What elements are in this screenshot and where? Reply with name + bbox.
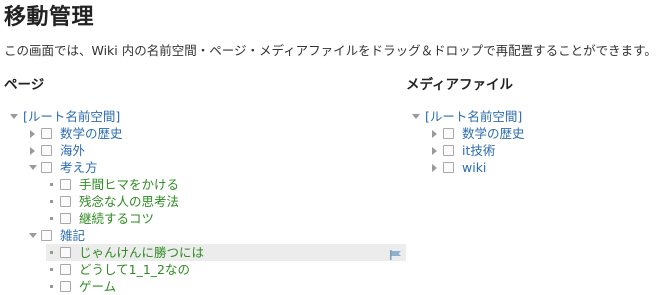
bullet-icon	[46, 278, 57, 295]
select-checkbox[interactable]	[41, 230, 52, 241]
select-checkbox[interactable]	[60, 264, 71, 275]
triangle-right-icon[interactable]	[429, 125, 440, 142]
bullet-icon	[46, 193, 57, 210]
bullet-icon	[46, 176, 57, 193]
media-root-item[interactable]: [ルート名前空間]	[410, 108, 522, 125]
bullet-icon	[46, 210, 57, 227]
page-label[interactable]: ゲーム	[79, 278, 116, 295]
tree-item-page[interactable]: 残念な人の思考法	[46, 193, 179, 210]
bullet-icon	[46, 244, 57, 261]
media-root-label[interactable]: [ルート名前空間]	[425, 108, 522, 125]
media-item-math-history[interactable]: 数学の歴史	[429, 125, 525, 142]
triangle-down-icon[interactable]	[27, 159, 38, 176]
page-label[interactable]: じゃんけんに勝つには	[79, 244, 204, 261]
pages-root-item[interactable]: [ルート名前空間]	[8, 108, 120, 125]
select-checkbox[interactable]	[443, 145, 454, 156]
tree-item-page[interactable]: 継続するコツ	[46, 210, 154, 227]
triangle-down-icon[interactable]	[410, 108, 421, 125]
tree-item-overseas[interactable]: 海外	[27, 142, 85, 159]
namespace-label[interactable]: wiki	[462, 159, 486, 176]
select-checkbox[interactable]	[60, 213, 71, 224]
namespace-label[interactable]: 数学の歴史	[462, 125, 525, 142]
pages-heading: ページ	[4, 77, 45, 93]
page-title: 移動管理	[4, 5, 95, 30]
page-label[interactable]: 手間ヒマをかける	[79, 176, 179, 193]
tree-item-page[interactable]: どうして1_1_2なの	[46, 261, 190, 278]
select-checkbox[interactable]	[41, 128, 52, 139]
triangle-right-icon[interactable]	[429, 142, 440, 159]
media-item-it-tech[interactable]: it技術	[429, 142, 495, 159]
triangle-down-icon[interactable]	[8, 108, 19, 125]
select-checkbox[interactable]	[60, 247, 71, 258]
triangle-right-icon[interactable]	[27, 125, 38, 142]
namespace-label[interactable]: 海外	[60, 142, 85, 159]
select-checkbox[interactable]	[60, 196, 71, 207]
triangle-right-icon[interactable]	[429, 159, 440, 176]
namespace-label[interactable]: 考え方	[60, 159, 98, 176]
select-checkbox[interactable]	[60, 179, 71, 190]
namespace-label[interactable]: 雑記	[60, 227, 85, 244]
select-checkbox[interactable]	[41, 162, 52, 173]
tree-item-page[interactable]: ゲーム	[46, 278, 116, 295]
tree-item-misc[interactable]: 雑記	[27, 227, 85, 244]
media-heading: メディアファイル	[406, 77, 514, 93]
page-label[interactable]: 継続するコツ	[79, 210, 154, 227]
select-checkbox[interactable]	[41, 145, 52, 156]
namespace-label[interactable]: 数学の歴史	[60, 125, 123, 142]
tree-item-math-history[interactable]: 数学の歴史	[27, 125, 123, 142]
select-checkbox[interactable]	[443, 128, 454, 139]
tree-item-thinking[interactable]: 考え方	[27, 159, 98, 176]
page-description: この画面では、Wiki 内の名前空間・ページ・メディアファイルをドラッグ＆ドロッ…	[4, 43, 657, 58]
flag-icon[interactable]	[390, 247, 402, 264]
select-checkbox[interactable]	[60, 281, 71, 292]
tree-item-page-highlighted[interactable]: じゃんけんに勝つには	[46, 244, 406, 261]
bullet-icon	[46, 261, 57, 278]
triangle-down-icon[interactable]	[27, 227, 38, 244]
page-label[interactable]: 残念な人の思考法	[79, 193, 179, 210]
page-label[interactable]: どうして1_1_2なの	[79, 261, 190, 278]
media-item-wiki[interactable]: wiki	[429, 159, 486, 176]
pages-root-label[interactable]: [ルート名前空間]	[23, 108, 120, 125]
tree-item-page[interactable]: 手間ヒマをかける	[46, 176, 179, 193]
triangle-right-icon[interactable]	[27, 142, 38, 159]
select-checkbox[interactable]	[443, 162, 454, 173]
namespace-label[interactable]: it技術	[462, 142, 495, 159]
